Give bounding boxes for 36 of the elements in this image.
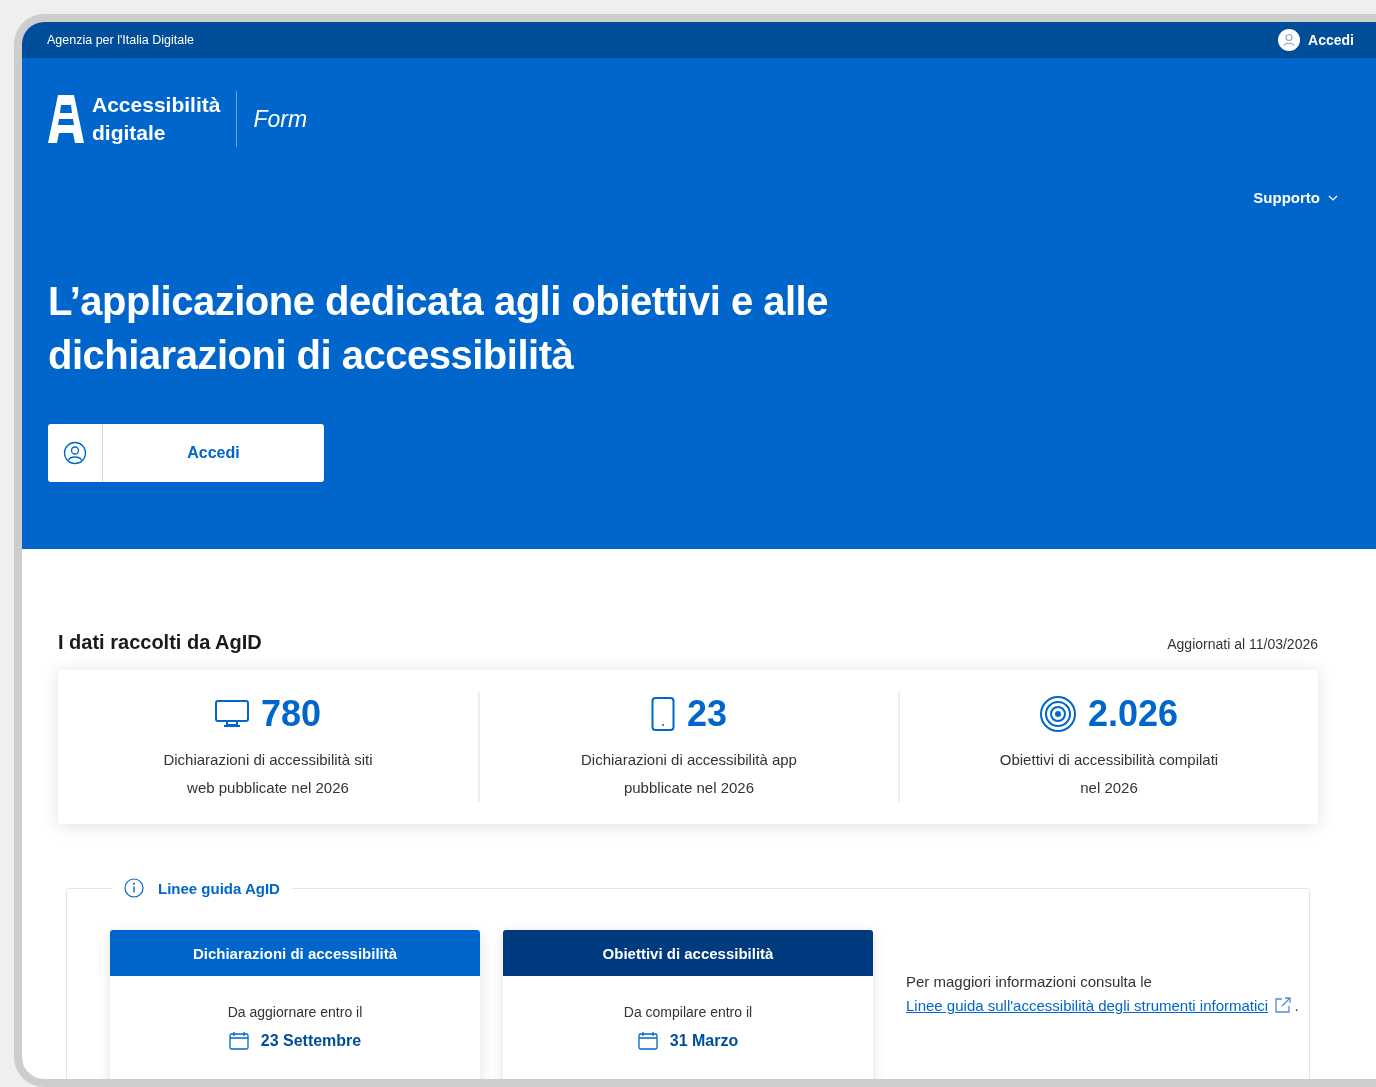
card-header: Dichiarazioni di accessibilità	[110, 930, 480, 976]
stat-label: Dichiarazioni di accessibilità app pubblicate nel 2026	[580, 750, 798, 798]
stat-value: 2.026	[1087, 693, 1179, 735]
calendar-icon	[228, 1032, 249, 1050]
external-link-icon	[1274, 996, 1293, 1014]
monitor-icon	[214, 699, 249, 729]
deadline-date: 31 Marzo	[669, 1032, 739, 1050]
chevron-down-icon	[1328, 194, 1338, 201]
stat-label: Obiettivi di accessibilità compilati nel 2026	[998, 750, 1220, 798]
user-icon	[63, 441, 87, 465]
section-title: I dati raccolti da AgID	[58, 631, 262, 654]
card-header: Obiettivi di accessibilità	[503, 930, 873, 976]
calendar-icon	[637, 1032, 658, 1050]
deadline-date: 23 Settembre	[260, 1032, 362, 1050]
smartphone-icon	[650, 697, 675, 731]
stat-value: 23	[686, 693, 727, 735]
login-link[interactable]: Accedi	[1278, 29, 1354, 51]
deadline-caption: Da compilare entro il	[623, 1004, 753, 1020]
user-icon	[1278, 29, 1301, 51]
hero-title: L’applicazione dedicata agli obiettivi e alle dichiarazioni di accessibilità	[48, 278, 829, 379]
info-text: Per maggiori informazioni consulta le Linee guida sull'accessibilità degli strumenti informatici .	[906, 972, 1300, 1016]
info-icon	[124, 878, 144, 898]
stat-label: Dichiarazioni di accessibilità siti web pubblicate nel 2026	[162, 750, 374, 798]
update-date: Aggiornati al 11/03/2026	[1167, 636, 1318, 652]
agency-name[interactable]: Agenzia per l'Italia Digitale	[47, 33, 194, 47]
product-name: Form	[253, 105, 308, 133]
deadline-caption: Da aggiornare entro il	[227, 1004, 363, 1020]
panel-legend: Linee guida AgID	[158, 879, 280, 897]
login-button[interactable]: Accedi	[48, 424, 324, 482]
nav-link[interactable]: Supporto	[1253, 189, 1338, 206]
logo-icon	[48, 95, 84, 143]
stat-value: 780	[260, 693, 322, 735]
brand-name[interactable]: digitale	[92, 119, 221, 147]
brand-name[interactable]: Accessibilità	[92, 91, 221, 119]
target-icon	[1039, 696, 1076, 732]
guidelines-link[interactable]: Linee guida sull'accessibilità degli strumenti informatici	[906, 997, 1269, 1014]
